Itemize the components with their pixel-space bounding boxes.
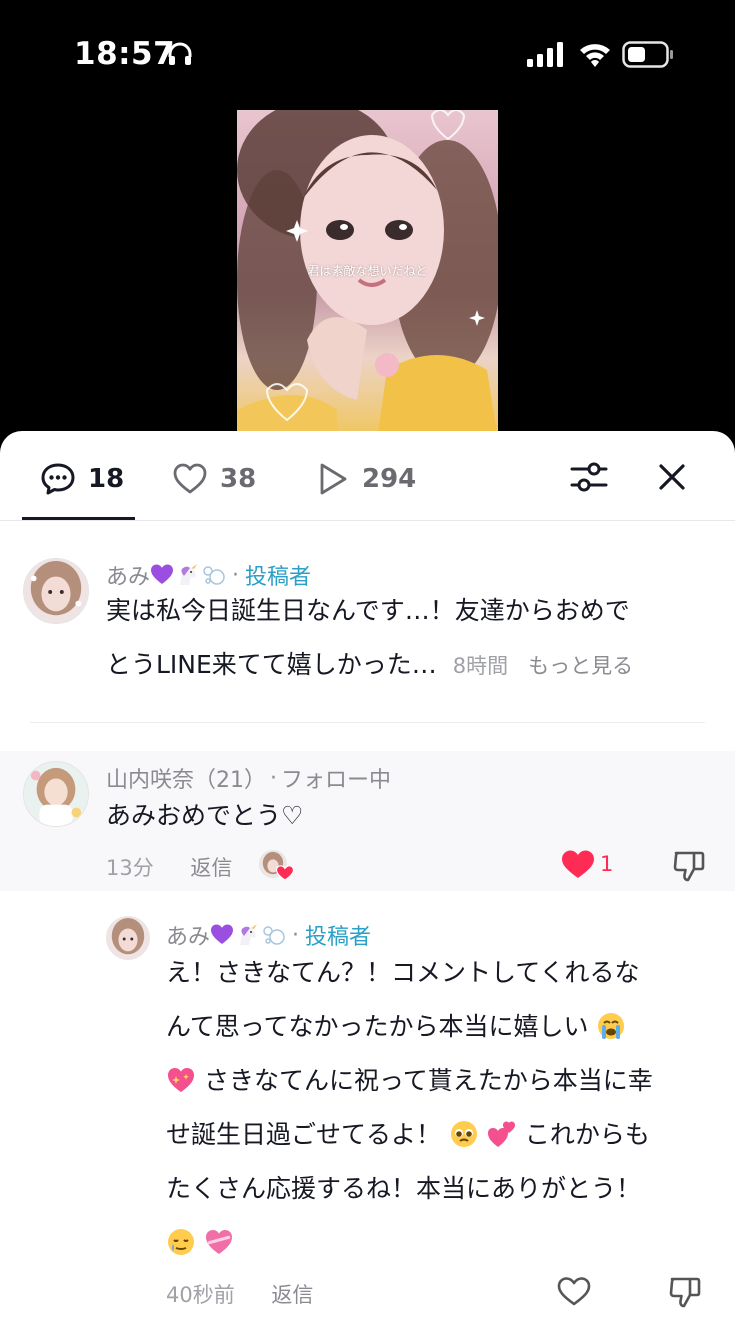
smiling-face-with-tear-icon [168, 1229, 194, 1255]
status-bar: 18:57 [0, 0, 735, 110]
tab-comments[interactable]: 18 [40, 461, 124, 497]
comments-sheet: 18 38 294 あみ · 投稿者 実は私今日誕生日なんです…！友達からおめで… [0, 431, 735, 1344]
wifi-icon [580, 44, 610, 67]
views-count: 294 [362, 464, 417, 494]
comment-text: あみおめでとう♡ [106, 801, 304, 830]
dislike-icon[interactable] [672, 849, 706, 883]
comment-meta: 13分 返信 [106, 852, 232, 882]
comment-text-line: 実は私今日誕生日なんです…！友達からおめで [106, 596, 630, 625]
battery-icon [622, 41, 673, 68]
comment-time: 13分 [106, 856, 154, 880]
comment-text-line: んて思ってなかったから本当に嬉しい [166, 1000, 721, 1054]
close-icon[interactable] [656, 461, 688, 493]
heart-filled-icon[interactable] [561, 849, 595, 879]
filter-icon[interactable] [570, 459, 608, 495]
play-outline-icon [320, 463, 347, 495]
comment-text: え！さきなてん？！コメントしてくれるな んて思ってなかったから本当に嬉しい さき… [166, 946, 721, 1270]
like-count: 1 [600, 852, 614, 876]
pleading-face-icon [450, 1121, 477, 1147]
crying-face-icon [598, 1013, 625, 1039]
avatar-image [24, 762, 88, 826]
avatar-image [24, 559, 88, 623]
video-caption: 君は素敵な想いだねと [307, 264, 428, 278]
sparkling-heart-icon [168, 1068, 194, 1092]
comment-icon [41, 463, 75, 495]
avatar-image [107, 917, 149, 959]
headphone-icon [168, 42, 192, 65]
heart-outline-icon [173, 463, 207, 494]
status-time: 18:57 [74, 36, 176, 72]
comment-text-line [166, 1216, 721, 1270]
tab-likes[interactable]: 38 [172, 461, 256, 497]
comment-text-line: たくさん応援するね！本当にありがとう！ [166, 1174, 642, 1203]
likes-count: 38 [220, 464, 257, 494]
video-player[interactable]: 君は素敵な想いだねと [237, 110, 498, 440]
tab-views[interactable]: 294 [314, 461, 416, 497]
comment-text-line: とうLINE来てて嬉しかった… 8時間 もっと見る [106, 638, 716, 693]
comment-text-segment: んて思ってなかったから本当に嬉しい [166, 1012, 589, 1041]
two-hearts-icon [487, 1121, 515, 1147]
reply-button[interactable]: 返信 [271, 1283, 313, 1307]
comment-text-line: え！さきなてん？！コメントしてくれるな [166, 958, 640, 987]
comment-text-line: せ誕生日過ごせてるよ！ これからも [166, 1108, 721, 1162]
sheet-tabs: 18 38 294 [0, 431, 735, 521]
name-separator: · [270, 765, 277, 791]
purple-heart-icon [210, 923, 234, 947]
avatar[interactable] [23, 761, 89, 827]
comment-text-truncated: とうLINE来てて嬉しかった… [106, 650, 437, 679]
comment-text-segment: さきなてんに祝って貰えたから本当に幸 [203, 1066, 653, 1095]
active-tab-indicator [22, 517, 135, 520]
reply-button[interactable]: 返信 [190, 856, 232, 880]
comment-text-segment: これからも [524, 1120, 650, 1149]
signal-icon [527, 42, 563, 67]
heart-outline-icon[interactable] [557, 1276, 591, 1306]
comment-time: 40秒前 [166, 1283, 235, 1307]
heart-with-ribbon-icon [205, 1230, 232, 1254]
comment-text: 実は私今日誕生日なんです…！友達からおめで とうLINE来てて嬉しかった… 8時… [106, 584, 716, 693]
creator-heart-icon [276, 865, 294, 881]
comment-meta: 40秒前 返信 [166, 1279, 313, 1309]
comments-count: 18 [88, 464, 125, 494]
comment-text-line: さきなてんに祝って貰えたから本当に幸 [166, 1054, 721, 1108]
name-separator: · [292, 922, 300, 948]
dislike-icon[interactable] [668, 1275, 702, 1309]
comment-text-segment: せ誕生日過ごせてるよ！ [166, 1120, 442, 1149]
bubbles-icon [262, 923, 286, 947]
unicorn-icon [236, 923, 260, 947]
divider [30, 722, 705, 723]
see-more-link[interactable]: もっと見る [528, 654, 633, 678]
avatar[interactable] [106, 916, 150, 960]
comment-time: 8時間 [452, 654, 509, 678]
avatar[interactable] [23, 558, 89, 624]
